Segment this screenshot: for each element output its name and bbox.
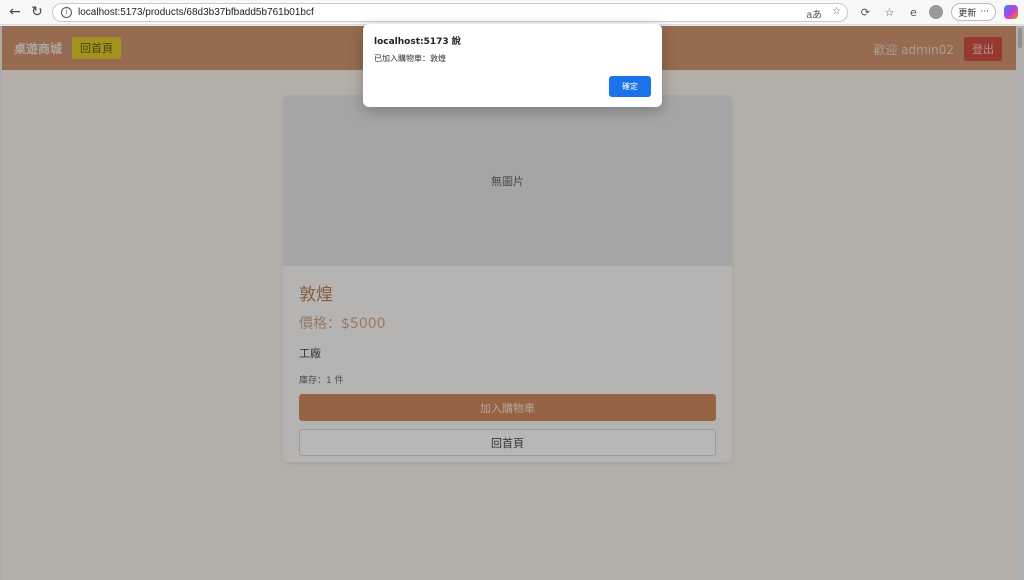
refresh-icon[interactable]: ↻ <box>26 1 48 23</box>
update-button[interactable]: 更新 ··· <box>951 3 996 21</box>
favorite-icon[interactable]: ☆ <box>832 6 841 21</box>
favorites-bar-icon[interactable]: ☆ <box>881 6 897 19</box>
address-bar[interactable]: i localhost:5173/products/68d3b37bfbadd5… <box>52 3 848 22</box>
more-icon[interactable]: ··· <box>980 7 989 17</box>
info-icon[interactable]: i <box>61 7 72 18</box>
edge-icon[interactable]: e <box>905 6 921 19</box>
dialog-ok-button[interactable]: 確定 <box>609 76 651 97</box>
back-icon[interactable]: ← <box>4 1 26 23</box>
profile-icon[interactable] <box>929 5 944 19</box>
dialog-message: 已加入購物車：敦煌 <box>374 54 446 63</box>
read-aloud-icon[interactable]: aあ <box>806 6 822 21</box>
alert-dialog: localhost:5173 說 已加入購物車：敦煌 確定 <box>363 24 662 107</box>
url-text: localhost:5173/products/68d3b37bfbadd5b7… <box>78 7 314 18</box>
extensions-icon[interactable]: ⟳ <box>857 6 873 19</box>
browser-toolbar: ← ↻ i localhost:5173/products/68d3b37bfb… <box>0 0 1024 25</box>
copilot-icon[interactable] <box>1004 5 1018 19</box>
update-label: 更新 <box>958 8 977 19</box>
modal-overlay <box>0 26 1024 580</box>
dialog-title: localhost:5173 說 <box>374 37 461 47</box>
